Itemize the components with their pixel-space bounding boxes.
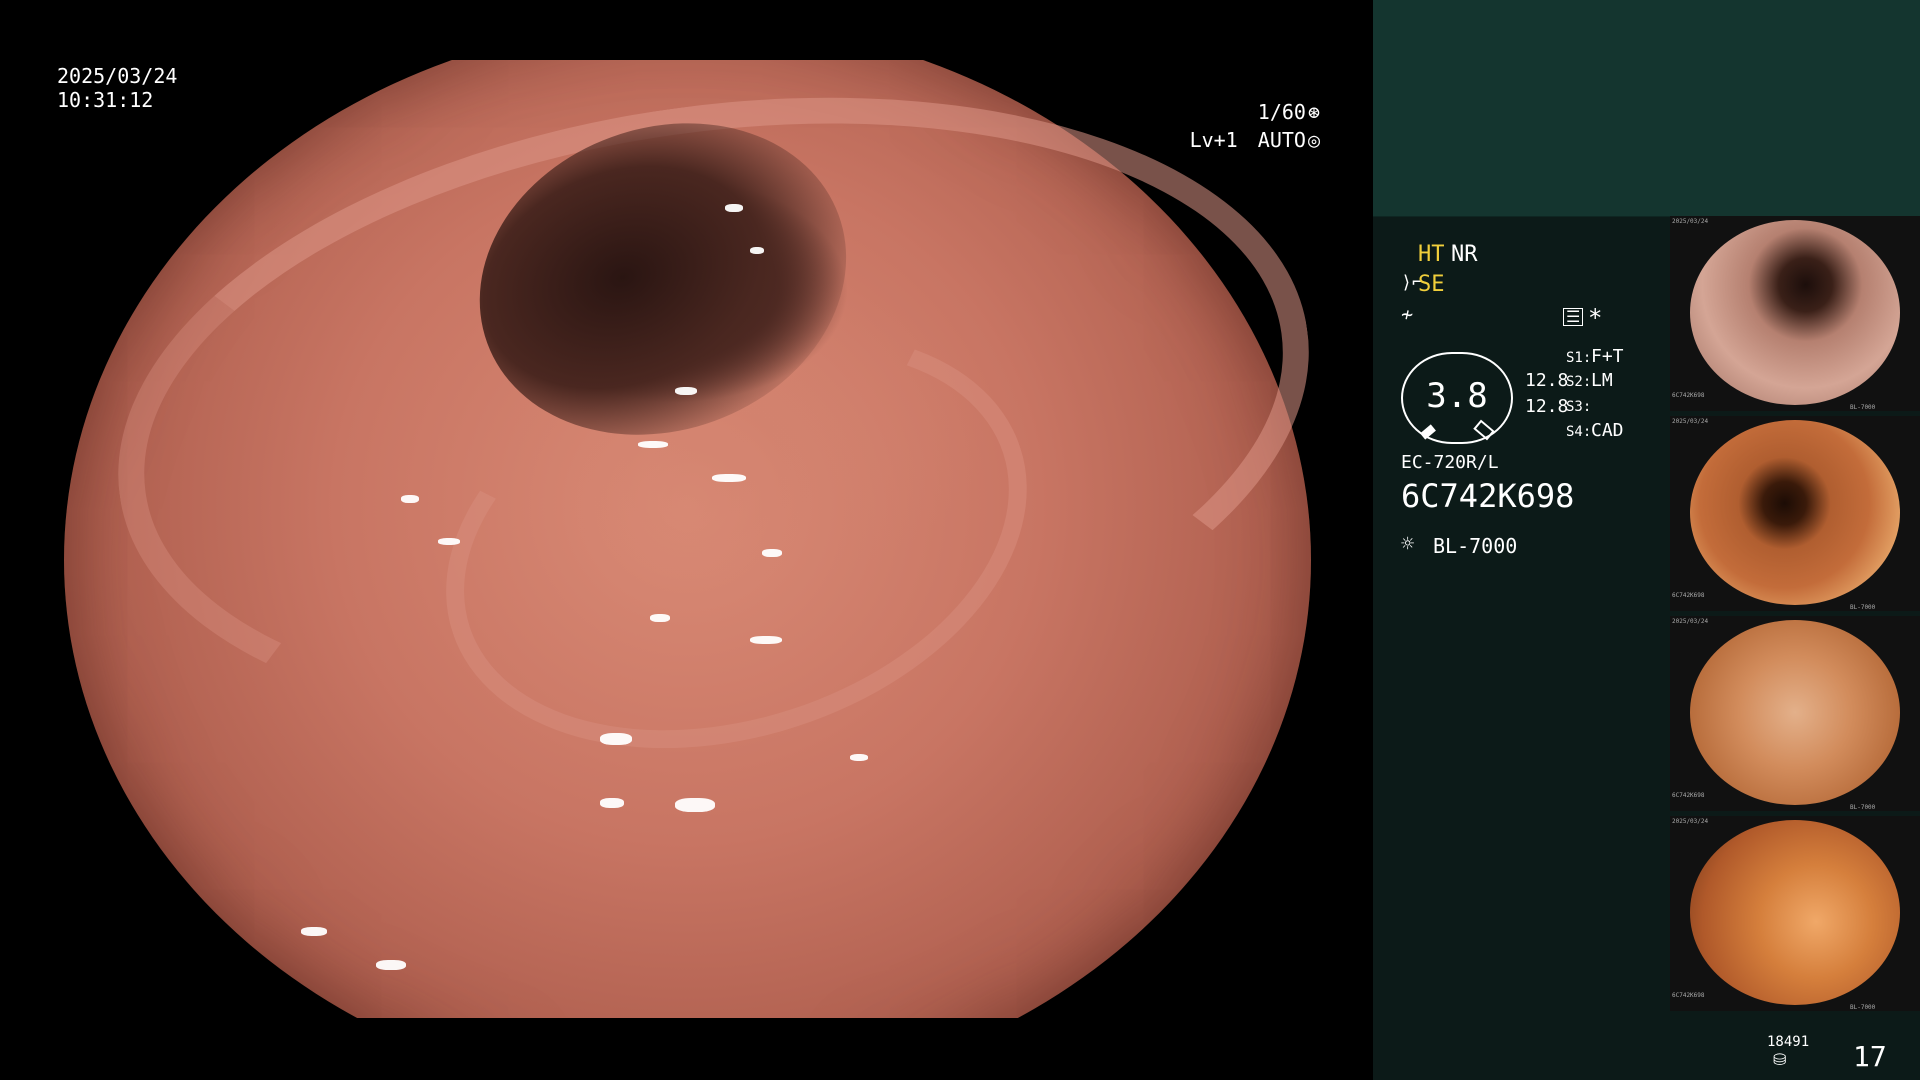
panel-header-area [1373,0,1920,217]
s1-label: S1: [1566,350,1592,366]
ht-indicator: HT [1418,242,1445,267]
thumbnail-date: 2025/03/24 [1672,618,1709,625]
iris-icon: ◎ [1307,128,1320,152]
light-reflection [724,203,743,212]
thumbnail-source: BL-7000 [1850,1004,1876,1011]
captured-thumbnail[interactable]: 2025/03/24 6C742K698 BL-7000 [1670,416,1920,611]
light-reflection [712,473,747,482]
thumbnail-serial: 6C742K698 [1672,792,1705,799]
level-value: Lv+1 [1189,128,1238,152]
s2-value: LM [1591,370,1613,391]
exposure-readout: Lv+1 AUTO ◎ [1180,128,1320,152]
thumbnail-serial: 6C742K698 [1672,992,1705,999]
star-marker: * [1588,304,1603,332]
thumbnail-source: BL-7000 [1850,804,1876,811]
main-endoscope-view: 2025/03/24 10:31:12 1/60 ⊛ Lv+1 AUTO ◎ [0,0,1373,1080]
storage-count: 18491 [1767,1034,1810,1050]
captured-thumbnail[interactable]: 2025/03/24 6C742K698 BL-7000 [1670,216,1920,411]
thumbnail-image [1690,220,1900,405]
status-panel: HT NR ⟩⌐ SE ≁ ☰ * 12.8 12.8 S1: F+T S2: … [1373,0,1920,1080]
light-reflection [650,614,671,622]
shutter-readout: 1/60 ⊛ [1240,100,1320,124]
shutter-icon: ⊛ [1307,100,1320,124]
scope-serial: 6C742K698 [1401,477,1575,515]
nr-indicator: NR [1451,242,1478,267]
brightness-gauge: 3.8 [1401,352,1513,444]
thumbnail-date: 2025/03/24 [1672,818,1709,825]
thumbnail-date: 2025/03/24 [1672,418,1709,425]
image-count: 17 [1853,1040,1887,1073]
s2-label: S2: [1566,374,1592,390]
captured-image-list: 2025/03/24 6C742K698 BL-7000 2025/03/24 … [1670,216,1920,1016]
gauge-value: 3.8 [1426,376,1488,416]
menu-icon: ☰ [1563,308,1584,326]
light-source-icon: ☼ [1401,532,1415,557]
thumbnail-source: BL-7000 [1850,604,1876,611]
light-reflection [749,635,782,644]
s1-value: F+T [1591,346,1624,367]
captured-thumbnail[interactable]: 2025/03/24 6C742K698 BL-7000 [1670,616,1920,811]
thumbnail-serial: 6C742K698 [1672,392,1705,399]
light-reflection [637,441,668,449]
scale-value-1: 12.8 [1525,370,1569,391]
captured-thumbnail[interactable]: 2025/03/24 6C742K698 BL-7000 [1670,816,1920,1011]
endoscope-image-frame [64,60,1311,1018]
light-reflection [600,732,633,745]
endoscope-image [64,60,1311,1018]
s3-label: S3: [1566,399,1592,415]
light-reflection [438,538,461,546]
s4-label: S4: [1566,424,1592,440]
light-reflection [300,927,327,937]
light-reflection [675,387,698,396]
date-time-overlay: 2025/03/24 10:31:12 [57,64,177,112]
light-reflection [749,246,764,254]
shutter-value: 1/60 [1257,100,1306,124]
light-reflection [375,959,406,970]
thumbnail-serial: 6C742K698 [1672,592,1705,599]
thumbnail-image [1690,420,1900,605]
mode-value: AUTO [1257,128,1306,152]
scale-value-2: 12.8 [1525,396,1569,417]
exam-date: 2025/03/24 [57,64,178,88]
color-enhance-icon: ≁ [1401,302,1414,326]
light-reflection [600,797,625,808]
scope-model: EC-720R/L [1401,452,1499,473]
light-reflection [675,797,716,812]
thumbnail-image [1690,820,1900,1005]
light-reflection [762,549,783,558]
storage-icon: ⛁ [1773,1050,1787,1069]
exam-time: 10:31:12 [57,88,154,112]
thumbnail-image [1690,620,1900,805]
thumbnail-source: BL-7000 [1850,404,1876,411]
gauge-marker-left [1420,424,1436,440]
light-reflection [849,754,868,762]
light-source-model: BL-7000 [1433,534,1518,558]
s4-value: CAD [1591,420,1624,441]
thumbnail-date: 2025/03/24 [1672,218,1709,225]
se-indicator: SE [1418,272,1445,297]
light-reflection [400,495,419,504]
